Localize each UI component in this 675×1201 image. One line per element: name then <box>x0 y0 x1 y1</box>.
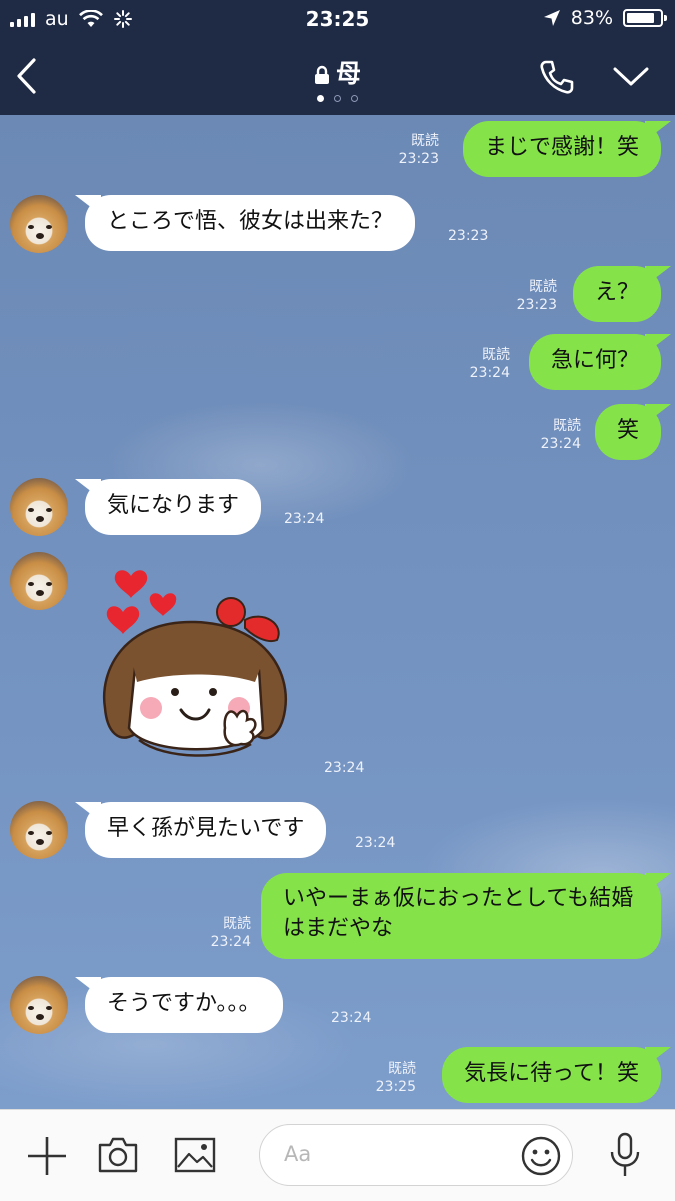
message-bubble-incoming[interactable]: 早く孫が見たいです <box>85 802 327 858</box>
message-time: 23:24 <box>469 365 510 381</box>
chat-title-text: 母 <box>335 59 361 88</box>
message-text: 気長に待って！笑 <box>464 1061 639 1086</box>
avatar-eye <box>28 582 34 586</box>
message-text: まじで感謝！笑 <box>484 135 639 160</box>
page-dot-2 <box>334 95 341 102</box>
avatar-nose <box>36 590 44 596</box>
message-text: 急に何？ <box>550 348 639 373</box>
message-text: 気になります <box>107 493 240 518</box>
message-text: え？ <box>594 280 639 305</box>
page-dot-1 <box>317 95 324 102</box>
avatar[interactable] <box>10 801 68 859</box>
input-bar: Aa <box>0 1109 675 1201</box>
location-arrow-icon <box>543 10 560 26</box>
message-bubble-incoming[interactable]: 気になります <box>85 479 262 535</box>
chat-header: 母 <box>0 38 675 115</box>
chat-area[interactable]: 既読 23:23 まじで感謝！笑 ところで悟、彼女は出来た？ 23:23 既読 … <box>0 115 675 1109</box>
avatar-eye <box>28 225 34 229</box>
avatar-eye <box>46 831 52 835</box>
avatar-eye <box>28 1006 34 1010</box>
message-bubble-outgoing[interactable]: え？ <box>572 266 661 322</box>
avatar-eye <box>46 582 52 586</box>
message-bubble-outgoing[interactable]: 気長に待って！笑 <box>442 1047 661 1103</box>
read-receipt: 既読 <box>223 916 251 932</box>
message-time: 23:24 <box>355 835 396 851</box>
message-text: ところで悟、彼女は出来た？ <box>107 209 394 234</box>
message-text: 早く孫が見たいです <box>107 816 305 841</box>
message-bubble-outgoing[interactable]: いやーまぁ仮におったとしても結婚はまだやな <box>261 873 661 959</box>
avatar-nose <box>36 516 44 522</box>
message-meta: 既読 23:24 <box>541 417 581 453</box>
avatar-nose <box>36 1014 44 1020</box>
message-time: 23:24 <box>284 511 325 527</box>
avatar[interactable] <box>10 478 68 536</box>
read-receipt: 既読 <box>411 133 439 149</box>
message-meta: 既読 23:24 <box>211 915 251 951</box>
message-time: 23:23 <box>398 151 439 167</box>
emoji-icon[interactable] <box>520 1135 562 1177</box>
message-time: 23:24 <box>331 1010 372 1026</box>
plus-icon[interactable] <box>27 1136 67 1176</box>
message-bubble-outgoing[interactable]: まじで感謝！笑 <box>462 121 661 177</box>
avatar[interactable] <box>10 976 68 1034</box>
battery-icon <box>623 9 667 27</box>
avatar-eye <box>46 1006 52 1010</box>
avatar[interactable] <box>10 552 68 610</box>
message-time: 23:25 <box>375 1079 416 1095</box>
camera-icon[interactable] <box>97 1136 139 1174</box>
message-input-placeholder: Aa <box>284 1142 312 1166</box>
message-text: そうですか。。。 <box>107 991 261 1016</box>
phone-icon[interactable] <box>538 58 576 96</box>
image-icon[interactable] <box>174 1137 216 1173</box>
message-meta: 既読 23:24 <box>470 346 510 382</box>
message-meta: 既読 23:23 <box>517 278 557 314</box>
message-meta: 既読 23:25 <box>376 1060 416 1096</box>
avatar-eye <box>28 508 34 512</box>
message-time: 23:24 <box>210 934 251 950</box>
page-indicator <box>0 95 675 102</box>
message-time: 23:24 <box>324 760 365 776</box>
message-bubble-outgoing[interactable]: 急に何？ <box>528 334 661 390</box>
message-text: いやーまぁ仮におったとしても結婚はまだやな <box>283 886 634 941</box>
message-input[interactable]: Aa <box>259 1124 573 1186</box>
message-bubble-incoming[interactable]: ところで悟、彼女は出来た？ <box>85 195 416 251</box>
battery-percent: 83% <box>570 7 613 29</box>
lock-icon <box>314 65 329 84</box>
read-receipt: 既読 <box>529 279 557 295</box>
avatar-eye <box>46 508 52 512</box>
chevron-down-icon[interactable] <box>612 66 650 88</box>
avatar-eye <box>46 225 52 229</box>
read-receipt: 既読 <box>482 347 510 363</box>
message-bubble-outgoing[interactable]: 笑 <box>594 404 661 460</box>
avatar-nose <box>36 233 44 239</box>
avatar[interactable] <box>10 195 68 253</box>
page-dot-3 <box>351 95 358 102</box>
microphone-icon[interactable] <box>608 1132 642 1178</box>
avatar-eye <box>28 831 34 835</box>
message-bubble-incoming[interactable]: そうですか。。。 <box>85 977 283 1033</box>
read-receipt: 既読 <box>388 1061 416 1077</box>
message-time: 23:24 <box>540 436 581 452</box>
message-time: 23:23 <box>516 297 557 313</box>
status-bar: au 23:25 83% <box>0 0 675 38</box>
avatar-nose <box>36 839 44 845</box>
girl-with-hearts-sticker[interactable] <box>95 560 295 780</box>
message-meta: 既読 23:23 <box>399 132 439 168</box>
message-text: 笑 <box>616 418 639 443</box>
read-receipt: 既読 <box>553 418 581 434</box>
message-time: 23:23 <box>448 228 489 244</box>
